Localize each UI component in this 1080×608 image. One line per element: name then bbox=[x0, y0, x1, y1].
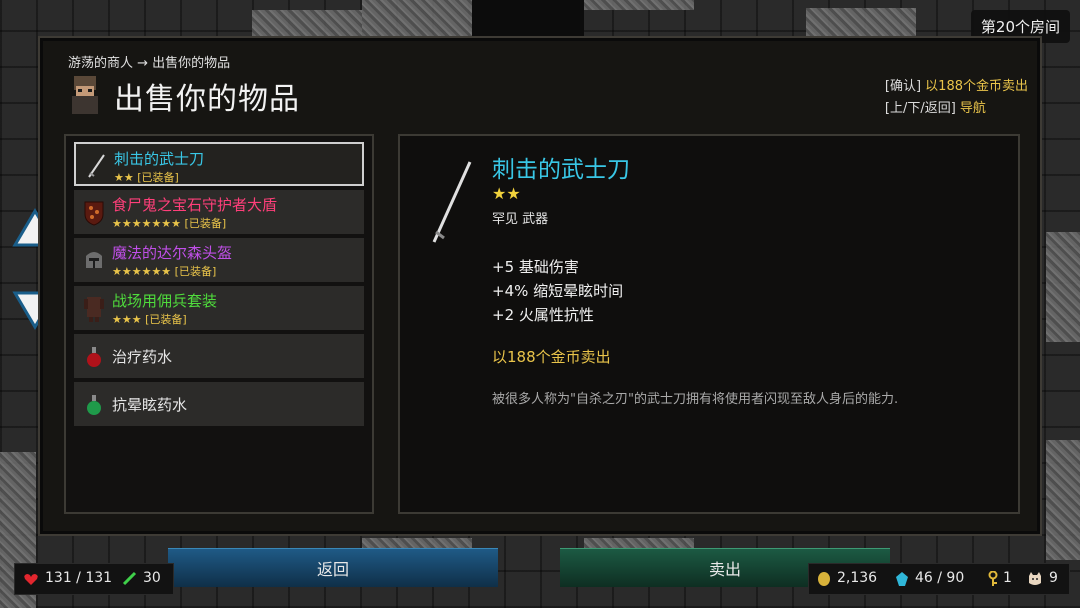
list-item-katana[interactable]: 刺击的武士刀 ★★ [已装备] bbox=[74, 142, 364, 186]
merchant-portrait-icon bbox=[72, 76, 98, 114]
list-item-shield[interactable]: 食尸鬼之宝石守护者大盾 ★★★★★★★ [已装备] bbox=[74, 190, 364, 234]
green-potion-icon bbox=[87, 395, 101, 415]
item-name: 治疗药水 bbox=[112, 348, 173, 366]
gold-value: 2,136 bbox=[837, 570, 878, 586]
hint-confirm-key: [确认] bbox=[884, 79, 922, 94]
katana-icon bbox=[88, 154, 105, 178]
hud-resources: 2,136 46 / 90 1 9 bbox=[808, 563, 1070, 595]
breadcrumb: 游荡的商人 → 出售你的物品 bbox=[68, 56, 231, 71]
heart-icon bbox=[24, 574, 38, 585]
list-item-armor[interactable]: 战场用佣兵套装 ★★★ [已装备] bbox=[74, 286, 364, 330]
detail-item-stars: ★★ bbox=[492, 184, 521, 203]
control-hints: [确认] 以188个金币卖出 [上/下/返回] 导航 bbox=[885, 76, 1028, 120]
cat-icon bbox=[1029, 572, 1041, 585]
helmet-icon bbox=[86, 252, 102, 268]
item-name: 刺击的武士刀 bbox=[114, 150, 205, 168]
item-stars: ★★ [已装备] bbox=[114, 171, 179, 184]
page-title: 出售你的物品 bbox=[114, 82, 300, 117]
list-item-stun-potion[interactable]: 抗晕眩药水 bbox=[74, 382, 364, 426]
health-value: 131 / 131 bbox=[45, 570, 113, 586]
detail-item-type: 罕见 武器 bbox=[492, 212, 549, 227]
attack-value: 30 bbox=[143, 570, 161, 586]
detail-item-name: 刺击的武士刀 bbox=[492, 157, 630, 183]
hint-confirm-action: 以188个金币卖出 bbox=[925, 79, 1028, 94]
mana-icon bbox=[896, 572, 908, 586]
detail-sell-price: 以188个金币卖出 bbox=[492, 348, 611, 366]
back-button[interactable]: 返回 bbox=[168, 548, 498, 587]
item-list: 刺击的武士刀 ★★ [已装备] 食尸鬼之宝石守护者大盾 ★★★★★★★ [已装备… bbox=[64, 134, 374, 514]
item-name: 战场用佣兵套装 bbox=[112, 292, 218, 310]
sword-icon bbox=[122, 571, 137, 586]
item-stars: ★★★★★★★ [已装备] bbox=[112, 217, 227, 230]
hint-nav-action: 导航 bbox=[959, 101, 986, 116]
hud-player-stats: 131 / 131 30 bbox=[14, 563, 174, 595]
detail-stat: +2 火属性抗性 bbox=[492, 306, 594, 324]
katana-icon bbox=[432, 161, 472, 243]
item-name: 魔法的达尔森头盔 bbox=[112, 244, 233, 262]
detail-stat: +5 基础伤害 bbox=[492, 258, 579, 276]
list-item-helmet[interactable]: 魔法的达尔森头盔 ★★★★★★ [已装备] bbox=[74, 238, 364, 282]
sell-panel: 游荡的商人 → 出售你的物品 出售你的物品 [确认] 以188个金币卖出 [上/… bbox=[38, 36, 1042, 536]
red-potion-icon bbox=[87, 347, 101, 367]
mana-value: 46 / 90 bbox=[915, 570, 965, 586]
detail-description: 被很多人称为"自杀之刃"的武士刀拥有将使用者闪现至敌人身后的能力. bbox=[492, 392, 899, 407]
keys-value: 1 bbox=[1003, 570, 1012, 586]
item-stars: ★★★ [已装备] bbox=[112, 313, 187, 326]
shield-icon bbox=[84, 201, 104, 226]
pets-value: 9 bbox=[1049, 570, 1058, 586]
key-icon bbox=[988, 571, 998, 586]
item-name: 食尸鬼之宝石守护者大盾 bbox=[112, 196, 278, 214]
list-item-healing-potion[interactable]: 治疗药水 bbox=[74, 334, 364, 378]
item-stars: ★★★★★★ [已装备] bbox=[112, 265, 217, 278]
item-name: 抗晕眩药水 bbox=[112, 396, 188, 414]
detail-stat: +4% 缩短晕眩时间 bbox=[492, 282, 624, 300]
item-detail: 刺击的武士刀 ★★ 罕见 武器 +5 基础伤害 +4% 缩短晕眩时间 +2 火属… bbox=[398, 134, 1020, 514]
armor-icon bbox=[84, 297, 104, 322]
hint-nav-key: [上/下/返回] bbox=[884, 101, 956, 116]
gold-coin-icon bbox=[818, 572, 830, 586]
